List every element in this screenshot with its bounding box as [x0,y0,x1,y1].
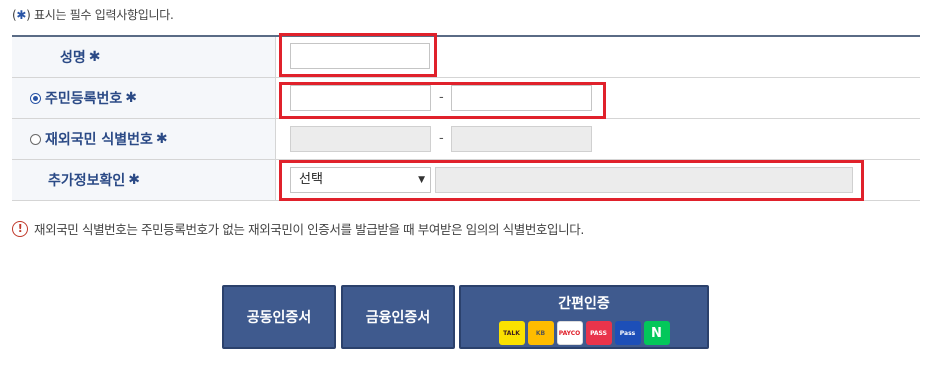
kakao-icon: TALK [498,321,525,345]
joint-certificate-button[interactable]: 공동인증서 [222,285,336,349]
required-star: ✱ [125,90,138,106]
samsung-pass-icon: Pass [614,321,641,345]
required-star: ✱ [88,49,101,65]
naver-icon: N [643,321,670,345]
exclamation-icon: ! [12,220,28,237]
rrn-radio[interactable] [30,92,41,104]
pass-icon: PASS [585,321,612,345]
foreign-id-label: 재외국민 식별번호 [45,132,153,148]
required-star: ✱ [155,131,168,147]
easy-auth-button[interactable]: 간편인증 TALK KB PAYCO PASS Pass N [459,285,709,349]
highlight-box [279,160,864,201]
foreign-id-back-input[interactable] [451,126,592,152]
foreign-id-radio[interactable] [30,133,41,145]
rrn-label: 주민등록번호 [45,91,123,107]
kb-icon: KB [527,321,554,345]
highlight-box [279,82,606,119]
name-label-cell: 성명 ✱ [12,36,276,78]
required-notice: (✱) 표시는 필수 입력사항입니다. [12,8,174,22]
easy-auth-providers: TALK KB PAYCO PASS Pass N [498,321,670,345]
required-star: ✱ [16,8,27,22]
foreign-id-front-input[interactable] [290,126,431,152]
dash: - [439,131,444,146]
payco-icon: PAYCO [556,321,583,345]
info-note: ! 재외국민 식별번호는 주민등록번호가 없는 재외국민이 인증서를 발급받을 … [12,219,584,238]
name-label: 성명 [60,50,86,66]
highlight-box [279,33,437,77]
required-star: ✱ [128,172,141,188]
extra-info-label: 추가정보확인 [48,173,126,189]
financial-certificate-button[interactable]: 금융인증서 [341,285,455,349]
